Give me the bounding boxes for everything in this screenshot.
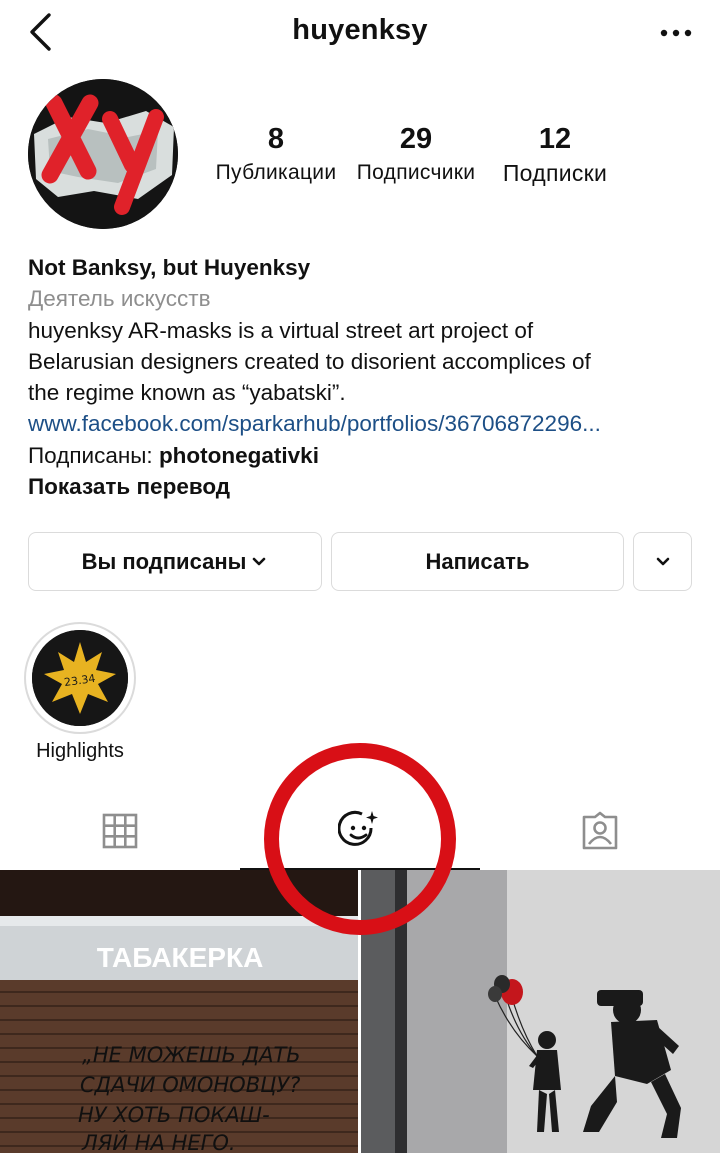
chevron-down-icon [253,557,266,565]
following-label: Подписки [502,160,608,186]
posts-label: Публикации [215,161,337,184]
chevron-down-icon [656,557,669,565]
following-button-label: Вы подписаны [81,548,247,574]
bio-link[interactable]: www.facebook.com/sparkarhub/portfolios/3… [28,408,698,439]
profile-tabs [0,792,720,870]
highlight-cover: 23.34 [32,630,128,726]
post-sign-text: ТАБАКЕРКА [97,942,264,973]
show-translation-link[interactable]: Показать перевод [28,471,698,502]
graffiti-line: ЛЯЙ НА НЕГО. [81,1130,236,1153]
more-horizontal-icon [660,29,692,37]
followed-by-prefix: Подписаны: [28,442,159,468]
message-button-label: Написать [425,548,530,574]
profile-avatar[interactable] [28,79,178,229]
highlight-label: Highlights [36,740,124,762]
profile-category: Деятель искусств [28,286,211,312]
followed-by-user[interactable]: photonegativki [159,443,319,468]
followers-count: 29 [399,123,433,155]
post-thumbnail[interactable]: ТАБАКЕРКА „НЕ МОЖЕШЬ ДАТЬ СДАЧИ ОМОНОВЦУ… [0,870,358,1153]
bio-line: huyenksy AR-masks is a virtual street ar… [28,317,534,343]
following-count: 12 [538,123,572,155]
profile-display-name: Not Banksy, but Huyenksy [28,255,311,280]
bio-line: the regime known as “yabatski”. [28,380,346,406]
following-button[interactable]: Вы подписаны [28,532,322,591]
followers-stat[interactable]: 29 Подписчики [348,120,484,188]
graffiti-line: „НЕ МОЖЕШЬ ДАТЬ [82,1043,301,1067]
star-badge-image: 23.34 [32,630,128,726]
profile-bio: Not Banksy, but Huyenksy Деятель искусст… [28,252,698,502]
tab-grid[interactable] [0,792,240,870]
bio-line: Belarusian designers created to disorien… [28,348,591,374]
avatar-image [28,79,178,229]
followed-by[interactable]: Подписаны: photonegativki [28,440,698,471]
posts-count: 8 [267,123,285,155]
highlight-ring: 23.34 [24,622,136,734]
graffiti-line: НУ ХОТЬ ПОКАШ- [78,1103,270,1127]
profile-username: huyenksy [292,14,428,46]
post-thumbnail[interactable] [361,870,720,1153]
face-sparkle-icon [338,810,378,846]
graffiti-line: СДАЧИ ОМОНОВЦУ? [80,1073,300,1097]
graffiti-photo: ТАБАКЕРКА „НЕ МОЖЕШЬ ДАТЬ СДАЧИ ОМОНОВЦУ… [0,870,358,1153]
following-stat[interactable]: 12 Подписки [488,120,622,188]
message-button[interactable]: Написать [331,532,624,591]
top-bar: huyenksy [0,0,720,66]
suggested-accounts-button[interactable] [633,532,692,591]
followers-label: Подписчики [356,161,476,184]
posts-stat[interactable]: 8 Публикации [206,120,346,188]
tab-effects[interactable] [240,792,480,870]
person-tag-icon [582,811,618,850]
tab-tagged[interactable] [480,792,720,870]
balloon-girl-art-photo [361,870,720,1153]
grid-icon [102,813,138,849]
story-highlight[interactable]: 23.34 Highlights [24,622,136,762]
more-options-button[interactable] [652,18,700,48]
